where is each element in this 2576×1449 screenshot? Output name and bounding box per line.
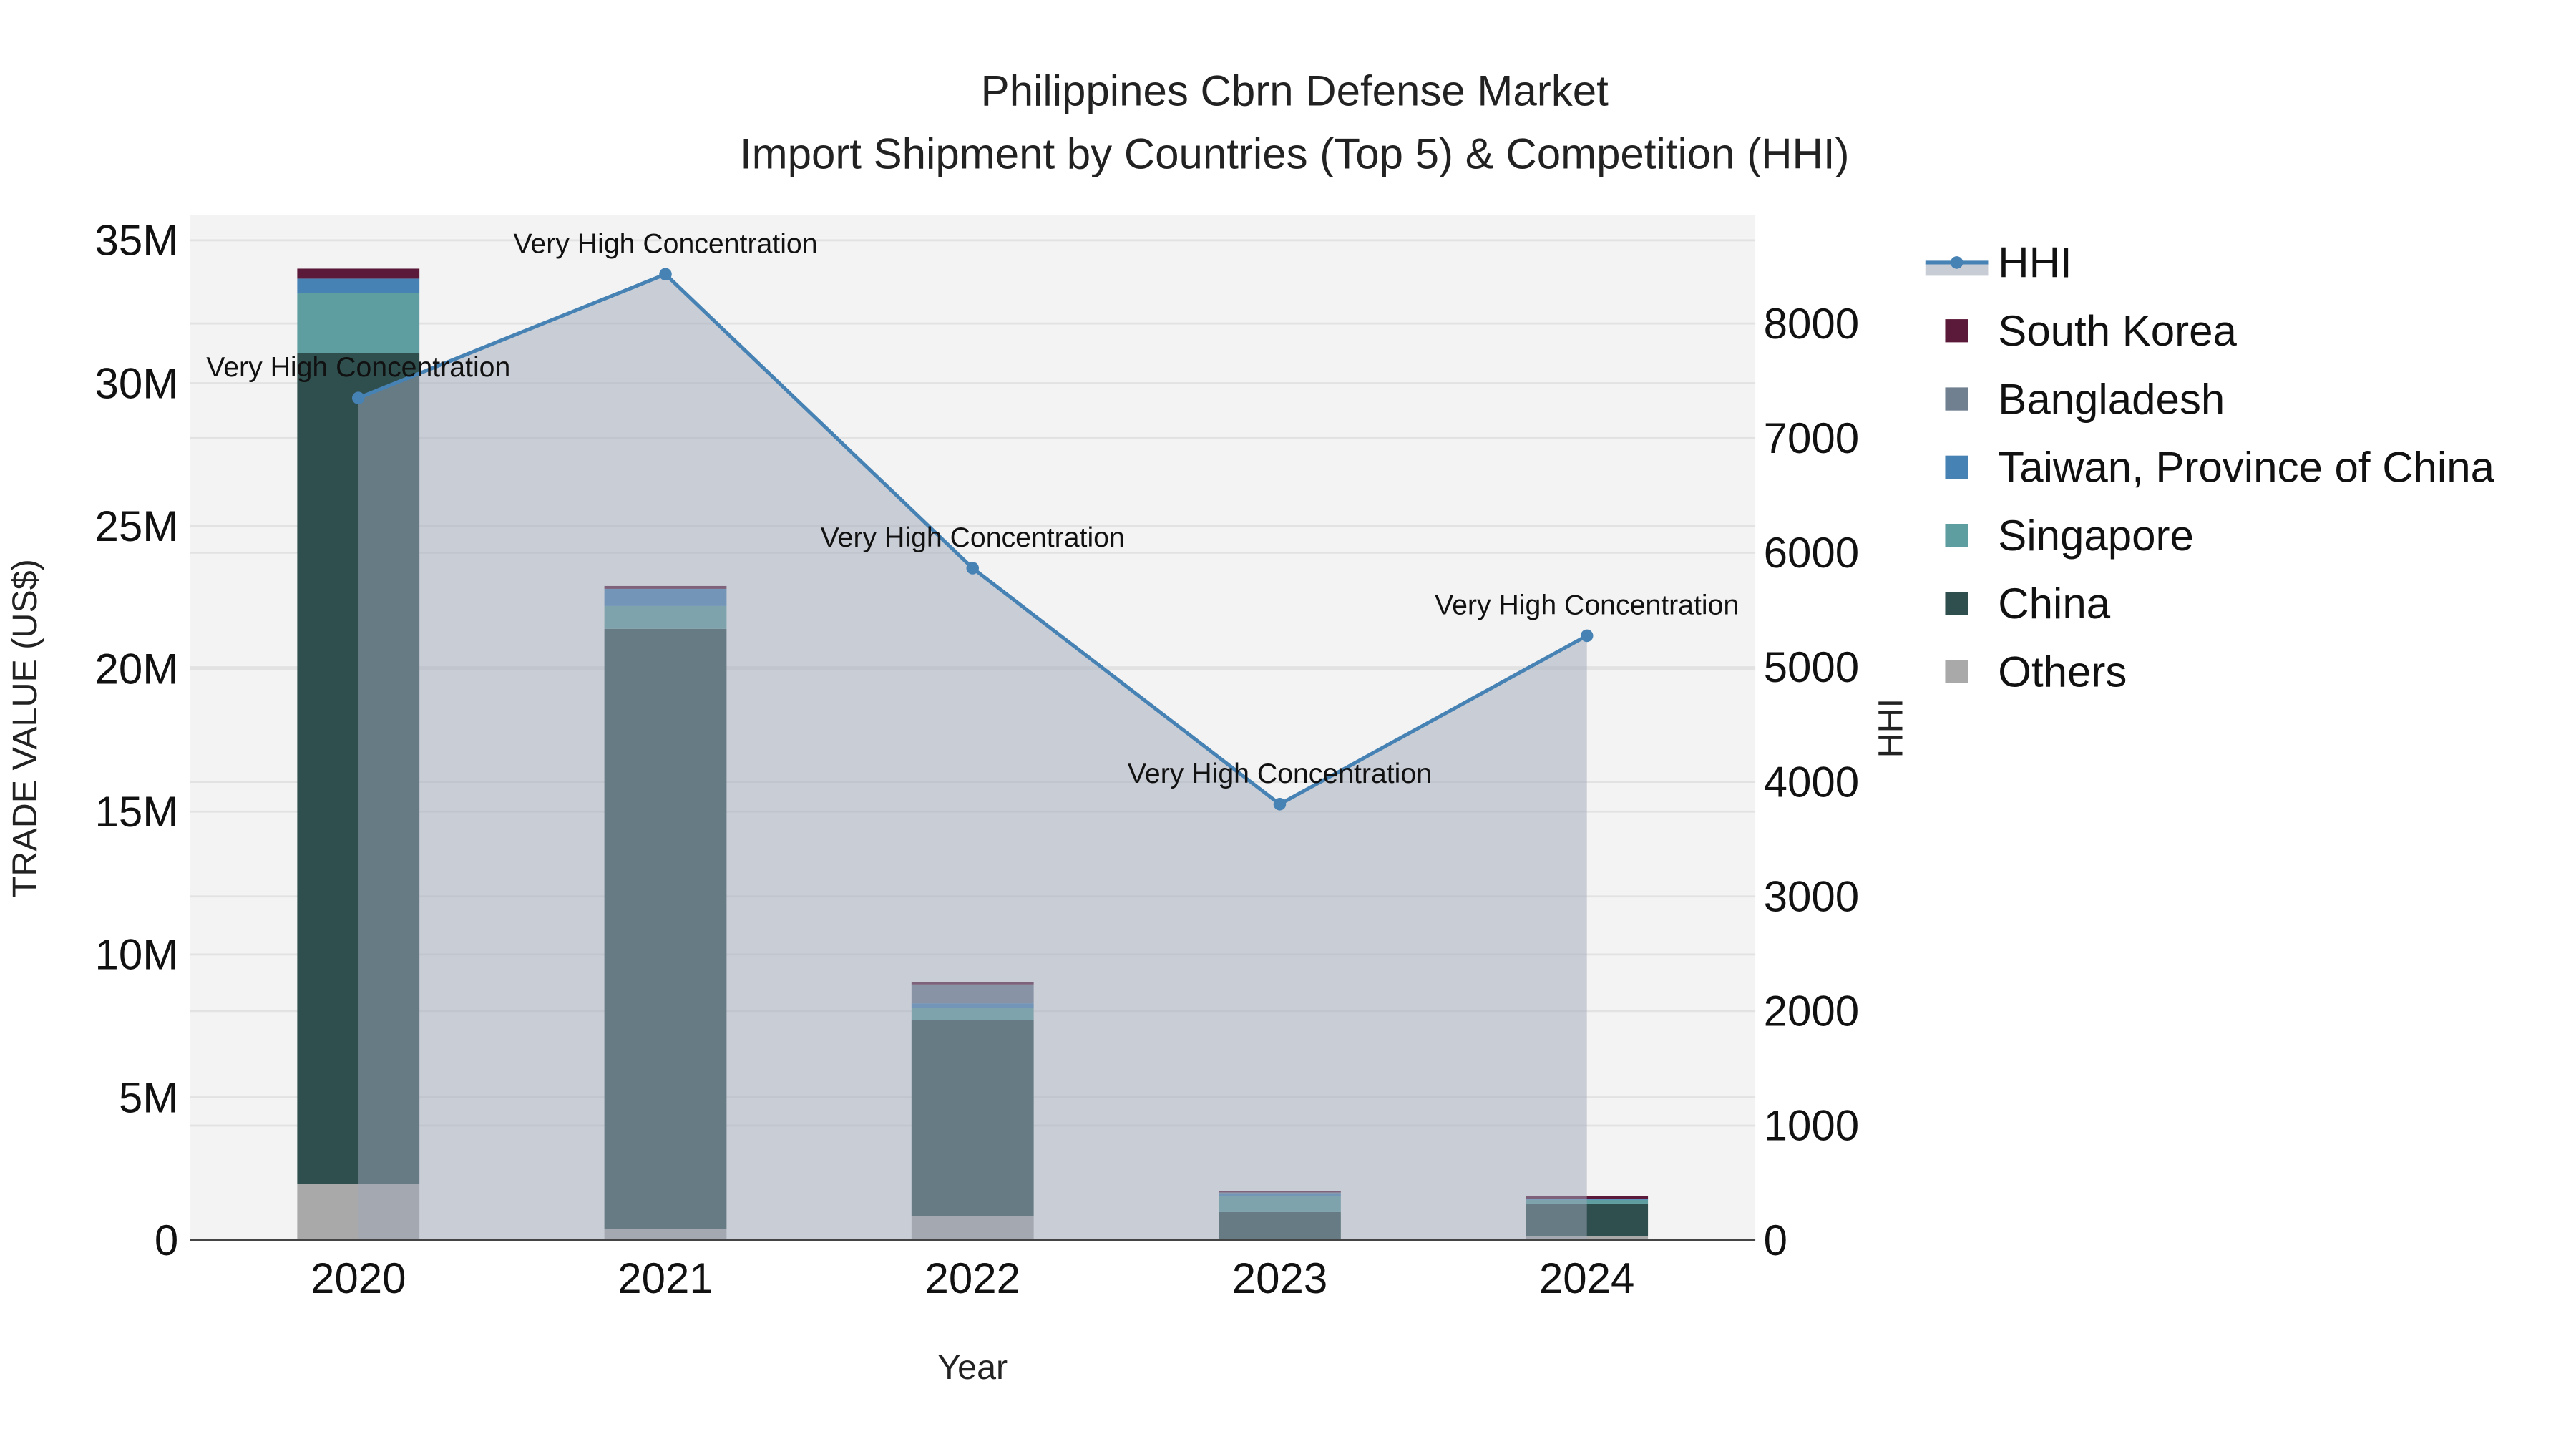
y2-tick-label: 5000 xyxy=(1764,643,1859,691)
legend: HHI South Korea Bangladesh Taiwan, Province… xyxy=(1925,239,2495,696)
y2-tick-label: 8000 xyxy=(1764,300,1859,348)
hhi-annotation: Very High Concentration xyxy=(1435,589,1739,620)
hhi-point xyxy=(966,562,979,575)
y-tick-label: 5M xyxy=(119,1073,178,1121)
x-tick-label: 2024 xyxy=(1539,1254,1634,1302)
y-tick-label: 15M xyxy=(95,788,179,836)
legend-swatch xyxy=(1945,387,1968,411)
legend-swatch xyxy=(1945,592,1968,615)
legend-label: Singapore xyxy=(1998,512,2194,560)
y2-tick-label: 3000 xyxy=(1764,872,1859,920)
hhi-point xyxy=(1273,798,1287,811)
bar-segment-south-korea xyxy=(297,268,420,279)
y-axis-title: TRADE VALUE (US$) xyxy=(6,559,44,897)
legend-swatch xyxy=(1945,660,1968,683)
legend-hhi-marker xyxy=(1950,256,1963,269)
y-tick-label: 25M xyxy=(95,502,179,550)
chart-title: Philippines Cbrn Defense Market xyxy=(981,67,1609,115)
x-tick-label: 2021 xyxy=(618,1254,713,1302)
legend-label: China xyxy=(1998,580,2110,628)
legend-swatch xyxy=(1945,455,1968,479)
y2-tick-label: 4000 xyxy=(1764,758,1859,806)
y2-tick-label: 1000 xyxy=(1764,1102,1859,1150)
hhi-point xyxy=(352,391,365,404)
y-tick-label: 10M xyxy=(95,931,179,979)
x-tick-label: 2023 xyxy=(1232,1254,1327,1302)
chart: Philippines Cbrn Defense Market Import S… xyxy=(6,67,2495,1387)
y2-tick-label: 7000 xyxy=(1764,414,1859,462)
legend-label: Taiwan, Province of China xyxy=(1998,444,2494,492)
y2-axis-title: HHI xyxy=(1871,698,1910,758)
legend-label: Bangladesh xyxy=(1998,375,2225,423)
x-tick-label: 2020 xyxy=(311,1254,406,1302)
x-axis-title: Year xyxy=(937,1348,1008,1387)
chart-subtitle: Import Shipment by Countries (Top 5) & C… xyxy=(740,130,1850,177)
y-tick-label: 35M xyxy=(95,217,179,265)
hhi-annotation: Very High Concentration xyxy=(206,351,510,383)
legend-swatch xyxy=(1945,319,1968,343)
bar-segment-taiwan-province-of-china xyxy=(297,278,420,293)
y2-tick-label: 6000 xyxy=(1764,529,1859,577)
hhi-annotation: Very High Concentration xyxy=(821,522,1125,553)
hhi-point xyxy=(659,268,672,281)
x-tick-label: 2022 xyxy=(924,1254,1020,1302)
hhi-point xyxy=(1580,629,1594,643)
legend-swatch xyxy=(1945,524,1968,547)
y-tick-label: 0 xyxy=(155,1216,178,1264)
legend-label: Others xyxy=(1998,648,2127,696)
hhi-annotation: Very High Concentration xyxy=(513,228,817,259)
y2-tick-label: 2000 xyxy=(1764,987,1859,1035)
legend-label: South Korea xyxy=(1998,307,2237,355)
y-tick-label: 20M xyxy=(95,645,179,693)
hhi-annotation: Very High Concentration xyxy=(1128,758,1432,789)
legend-label: HHI xyxy=(1998,239,2072,287)
y2-tick-label: 0 xyxy=(1764,1216,1787,1264)
y-tick-label: 30M xyxy=(95,359,179,407)
bar-segment-singapore xyxy=(297,293,420,353)
